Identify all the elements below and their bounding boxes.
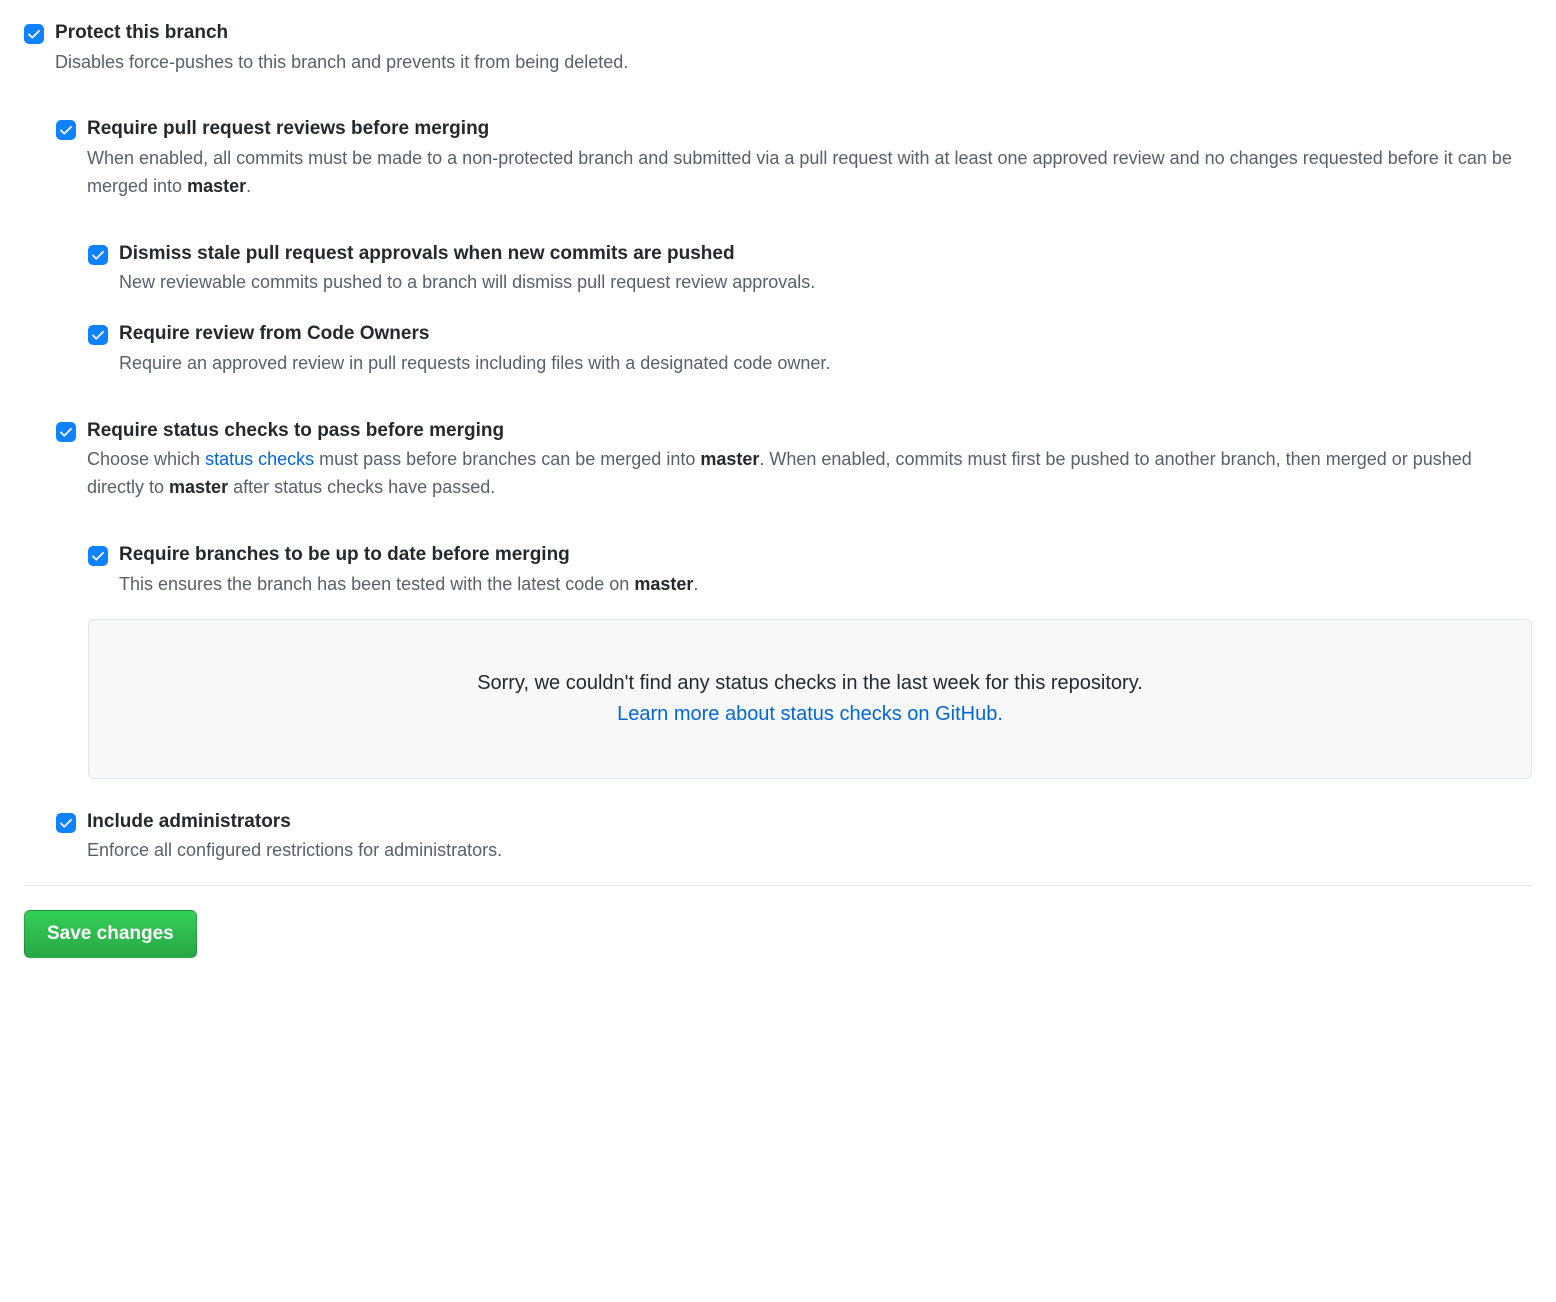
protect-branch-title: Protect this branch [55, 20, 1532, 47]
require-reviews-title: Require pull request reviews before merg… [87, 116, 1532, 143]
status-checks-title: Require status checks to pass before mer… [87, 418, 1532, 445]
check-icon [59, 123, 73, 137]
status-checks-checkbox[interactable] [56, 422, 76, 442]
check-icon [91, 328, 105, 342]
dismiss-stale-checkbox[interactable] [88, 245, 108, 265]
include-admins-checkbox[interactable] [56, 813, 76, 833]
save-changes-button[interactable]: Save changes [24, 910, 197, 958]
up-to-date-desc: This ensures the branch has been tested … [119, 571, 1532, 599]
status-checks-info-box: Sorry, we couldn't find any status check… [88, 619, 1532, 779]
status-checks-desc: Choose which status checks must pass bef… [87, 446, 1532, 502]
status-checks-link[interactable]: status checks [205, 449, 314, 469]
dismiss-stale-title: Dismiss stale pull request approvals whe… [119, 241, 1532, 268]
require-reviews-desc: When enabled, all commits must be made t… [87, 145, 1532, 201]
protect-branch-desc: Disables force-pushes to this branch and… [55, 49, 1532, 77]
learn-more-link[interactable]: Learn more about status checks on GitHub… [617, 703, 1003, 725]
info-message: Sorry, we couldn't find any status check… [109, 672, 1511, 695]
code-owners-desc: Require an approved review in pull reque… [119, 350, 1532, 378]
include-admins-desc: Enforce all configured restrictions for … [87, 837, 1532, 865]
check-icon [27, 27, 41, 41]
up-to-date-checkbox[interactable] [88, 546, 108, 566]
dismiss-stale-desc: New reviewable commits pushed to a branc… [119, 269, 1532, 297]
up-to-date-title: Require branches to be up to date before… [119, 542, 1532, 569]
check-icon [59, 425, 73, 439]
check-icon [91, 549, 105, 563]
require-reviews-checkbox[interactable] [56, 120, 76, 140]
include-admins-title: Include administrators [87, 809, 1532, 836]
check-icon [59, 816, 73, 830]
divider [24, 885, 1532, 886]
protect-branch-checkbox[interactable] [24, 24, 44, 44]
check-icon [91, 248, 105, 262]
code-owners-checkbox[interactable] [88, 325, 108, 345]
code-owners-title: Require review from Code Owners [119, 321, 1532, 348]
